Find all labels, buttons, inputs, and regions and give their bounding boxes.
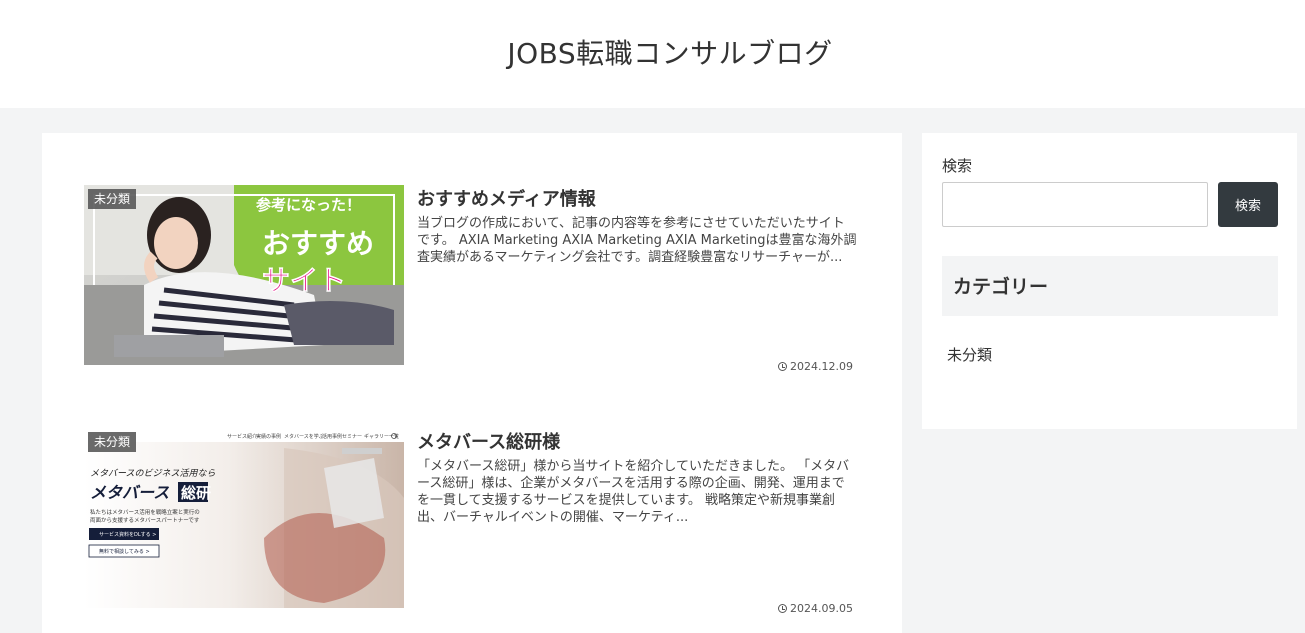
thumbnail-image: 参考になった！ おすすめ サイト [84, 185, 404, 365]
thumb-nav-item: 実績の事例 [256, 433, 281, 440]
entry-card[interactable]: サービス紹介 実績の事例 メタバースを学ぶ 活用事例 セミナー ギャラリー一覧 … [84, 428, 859, 615]
entry-thumbnail[interactable]: サービス紹介 実績の事例 メタバースを学ぶ 活用事例 セミナー ギャラリー一覧 … [84, 428, 404, 608]
sidebar: 検索 検索 カテゴリー 未分類 [922, 133, 1297, 429]
category-link[interactable]: 未分類 [947, 344, 992, 365]
thumb-nav-item: サービス紹介 [227, 433, 257, 440]
thumb-nav-item: 活用事例 [322, 433, 342, 440]
thumb-top-text: 参考になった！ [256, 196, 361, 214]
entry-date-text: 2024.12.09 [790, 360, 853, 373]
thumb-nav-item: ギャラリー一覧 [364, 433, 399, 440]
thumb-button: 無料で相談してみる > [99, 548, 150, 555]
entry-date: 2024.12.09 [778, 360, 853, 373]
site-header: JOBS転職コンサルブログ [0, 0, 1305, 108]
entry-title[interactable]: メタバース総研様 [417, 428, 560, 454]
thumb-tagline: メタバースのビジネス活用なら [90, 468, 216, 479]
entry-card[interactable]: 参考になった！ おすすめ サイト 未分類 おすすめメディア情報 当ブログの作成に… [84, 185, 859, 373]
thumb-brand: メタバース [90, 483, 169, 502]
thumb-nav-item: セミナー [342, 434, 362, 440]
thumb-button: サービス資料をDLする > [99, 531, 156, 538]
site-title[interactable]: JOBS転職コンサルブログ [0, 32, 1305, 72]
entry-date: 2024.09.05 [778, 602, 853, 615]
thumb-line1: おすすめ [262, 227, 374, 260]
search-input[interactable] [942, 182, 1208, 227]
thumb-nav-item: メタバースを学ぶ [284, 433, 324, 440]
category-heading: カテゴリー [942, 256, 1278, 316]
entry-snippet: 当ブログの作成において、記事の内容等を参考にさせていただいたサイトです。 AXI… [417, 216, 857, 265]
entry-thumbnail[interactable]: 参考になった！ おすすめ サイト 未分類 [84, 185, 404, 365]
thumb-brand-box: 総研 [181, 484, 211, 502]
entry-title[interactable]: おすすめメディア情報 [417, 185, 596, 211]
category-heading-text: カテゴリー [953, 276, 1049, 298]
entry-date-text: 2024.09.05 [790, 602, 853, 615]
main-content: 参考になった！ おすすめ サイト 未分類 おすすめメディア情報 当ブログの作成に… [42, 133, 902, 633]
clock-icon [778, 362, 787, 371]
thumb-line2: サイト [262, 264, 346, 297]
entry-snippet: 「メタバース総研」様から当サイトを紹介していただきました。 「メタバース総研」様… [417, 459, 850, 525]
thumb-desc: 両面から支援するメタバースパートナーです [90, 516, 200, 524]
thumb-desc: 私たちはメタバース活用を戦略立案と実行の [90, 508, 200, 516]
category-label[interactable]: 未分類 [88, 189, 137, 209]
thumbnail-image: サービス紹介 実績の事例 メタバースを学ぶ 活用事例 セミナー ギャラリー一覧 … [84, 428, 404, 608]
category-label[interactable]: 未分類 [88, 432, 137, 452]
search-label: 検索 [942, 157, 973, 175]
clock-icon [778, 604, 787, 613]
search-button[interactable]: 検索 [1218, 182, 1278, 227]
